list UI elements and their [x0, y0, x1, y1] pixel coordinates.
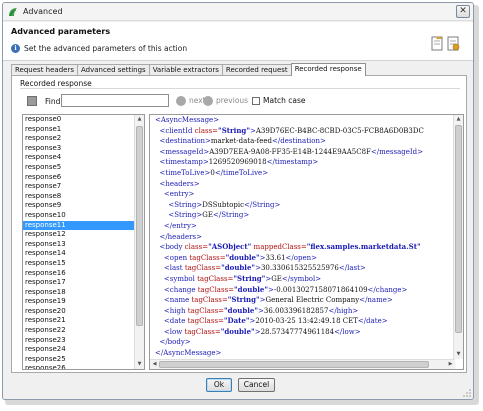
response-list-item[interactable]: response19 — [23, 297, 135, 307]
response-list-item[interactable]: response22 — [23, 326, 135, 336]
xml-line: <low tagClass="double">28.57347774961184… — [163, 326, 361, 336]
xml-line: <AsyncMessage> — [155, 116, 220, 124]
xml-line: <String>GE</String> — [168, 211, 250, 220]
app-icon — [9, 8, 17, 17]
ok-button[interactable]: Ok — [206, 378, 232, 392]
previous-icon — [203, 95, 213, 106]
tab-recorded-response[interactable]: Recorded response — [290, 63, 366, 76]
import-icon[interactable] — [431, 36, 444, 51]
resize-grip-icon[interactable] — [463, 389, 471, 397]
xml-line: <date tagClass="Date">2010-03-25 13:42:4… — [163, 316, 388, 326]
response-list-item[interactable]: response10 — [23, 211, 135, 221]
response-list-item[interactable]: response16 — [23, 269, 135, 279]
xml-line: <destination>market-data-feed</destinati… — [159, 137, 326, 146]
xml-line: </AsyncMessage> — [155, 349, 222, 358]
next-icon — [176, 95, 186, 106]
match-case-label: Match case — [263, 96, 306, 105]
xml-line: <change tagClass="double">-0.00130271580… — [163, 284, 408, 294]
xml-line: <messageId>A39D7EEA-9A08-FF35-E14B-1244E… — [159, 147, 424, 156]
response-list-item[interactable]: response3 — [23, 144, 135, 154]
response-list-item[interactable]: response12 — [23, 230, 135, 240]
section-label: Recorded response — [20, 79, 92, 88]
xml-line: <timestamp>1269520969018</timestamp> — [159, 158, 319, 167]
xml-content[interactable]: <AsyncMessage> <clientId class="String">… — [150, 115, 455, 359]
response-list-item[interactable]: response0 — [23, 115, 135, 125]
editor-hscroll-thumb[interactable] — [159, 361, 429, 368]
section-divider — [20, 88, 460, 89]
response-list-item[interactable]: response4 — [23, 153, 135, 163]
response-list[interactable]: response0 response1 response2 response3 resp… — [22, 114, 145, 370]
response-list-item[interactable]: response24 — [23, 345, 135, 355]
response-list-item[interactable]: response8 — [23, 192, 135, 202]
checkbox-box[interactable] — [252, 96, 260, 105]
response-list-item[interactable]: response23 — [23, 336, 135, 346]
response-list-item[interactable]: response20 — [23, 307, 135, 317]
window-title: Advanced — [23, 7, 63, 16]
xml-line: </headers> — [159, 232, 202, 241]
xml-line: <symbol tagClass="String">GE</symbol> — [163, 273, 322, 283]
editor-scroll-right-icon[interactable]: ▶ — [446, 360, 455, 369]
match-case-checkbox[interactable]: Match case — [252, 96, 306, 105]
response-list-item[interactable]: response5 — [23, 163, 135, 173]
editor-horizontal-scrollbar[interactable]: ◀ ▶ — [150, 359, 455, 369]
scroll-up-icon[interactable]: ▲ — [135, 115, 144, 124]
previous-label: previous — [216, 96, 249, 105]
xml-line: <high tagClass="double">36.003396182857<… — [163, 305, 359, 315]
recorded-response-panel: Recorded response Find: next previous Ma… — [11, 75, 467, 373]
xml-line: <headers> — [159, 179, 200, 188]
response-editor[interactable]: <AsyncMessage> <clientId class="String">… — [149, 114, 464, 370]
export-icon[interactable] — [447, 36, 460, 51]
xml-line: <name tagClass="String">General Electric… — [163, 295, 393, 305]
response-list-item[interactable]: response1 — [23, 125, 135, 135]
xml-line: <String>DSSubtopic</String> — [168, 200, 281, 209]
find-toggle-icon[interactable] — [27, 96, 37, 106]
response-list-item[interactable]: response2 — [23, 134, 135, 144]
xml-line: </entry> — [163, 221, 197, 230]
scroll-thumb[interactable] — [136, 126, 143, 326]
xml-line: <body class="ASObject" mappedClass="flex… — [159, 242, 421, 252]
xml-line: <last tagClass="double">30.3306153255259… — [163, 263, 366, 273]
response-list-item[interactable]: response21 — [23, 316, 135, 326]
response-list-item[interactable]: response6 — [23, 173, 135, 183]
xml-line: <open tagClass="double">33.61</open> — [163, 252, 317, 262]
response-list-item[interactable]: response11 — [23, 220, 135, 231]
find-input[interactable] — [61, 94, 169, 107]
response-list-item[interactable]: response7 — [23, 182, 135, 192]
response-list-item[interactable]: response9 — [23, 201, 135, 211]
title-bar[interactable]: Advanced ✕ — [3, 3, 473, 21]
response-list-item[interactable]: response25 — [23, 355, 135, 365]
info-icon: i — [11, 44, 20, 53]
response-list-item[interactable]: response17 — [23, 278, 135, 288]
close-button[interactable]: ✕ — [456, 5, 470, 18]
next-button[interactable]: next — [176, 95, 206, 106]
response-list-items: response0 response1 response2 response3 resp… — [23, 115, 135, 369]
editor-vscroll-thumb[interactable] — [455, 125, 462, 333]
header-title: Advanced parameters — [11, 27, 111, 36]
response-list-item[interactable]: response26 — [23, 364, 135, 369]
xml-line: </body> — [159, 338, 191, 347]
editor-scroll-up-icon[interactable]: ▲ — [454, 115, 463, 124]
response-list-item[interactable]: response13 — [23, 240, 135, 250]
header-description: Set the advanced parameters of this acti… — [24, 44, 188, 53]
response-list-item[interactable]: response18 — [23, 288, 135, 298]
response-list-item[interactable]: response14 — [23, 249, 135, 259]
editor-scroll-left-icon[interactable]: ◀ — [150, 360, 159, 369]
editor-scroll-down-icon[interactable]: ▼ — [454, 350, 463, 359]
response-list-item[interactable]: response15 — [23, 259, 135, 269]
scroll-down-icon[interactable]: ▼ — [135, 360, 144, 369]
previous-button[interactable]: previous — [203, 95, 248, 106]
close-icon: ✕ — [459, 6, 467, 16]
editor-vertical-scrollbar[interactable]: ▲ ▼ — [453, 115, 463, 359]
cancel-button[interactable]: Cancel — [238, 378, 275, 392]
response-list-scrollbar[interactable]: ▲ ▼ — [134, 115, 144, 369]
dialog-header: Advanced parameters i Set the advanced p… — [3, 22, 473, 61]
xml-line: <clientId class="String">A39D76EC-B4BC-8… — [159, 125, 424, 135]
xml-line: <entry> — [163, 190, 195, 199]
xml-line: <timeToLive>0</timeToLive> — [159, 168, 269, 177]
advanced-dialog: Advanced ✕ Advanced parameters i Set the… — [2, 2, 474, 400]
